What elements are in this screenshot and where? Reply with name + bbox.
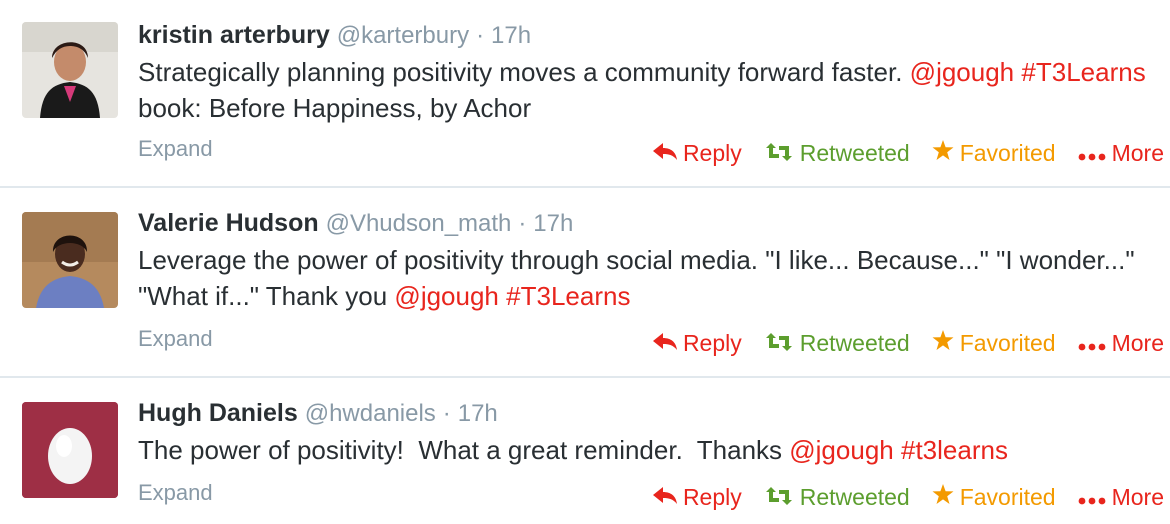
star-icon [932, 484, 954, 511]
avatar[interactable] [22, 212, 118, 308]
user-fullname[interactable]: kristin arterbury [138, 21, 330, 49]
separator-dot: · [518, 210, 527, 237]
dots-icon [1078, 330, 1106, 357]
retweet-icon [764, 140, 794, 167]
mention-link[interactable]: @jgough [394, 281, 498, 311]
more-label: More [1111, 484, 1164, 510]
retweeted-label: Retweeted [799, 330, 910, 356]
reply-arrow-icon [652, 330, 677, 357]
reply-arrow-icon [652, 140, 677, 167]
favorited-label: Favorited [959, 330, 1056, 356]
more-button[interactable]: More [1078, 140, 1164, 167]
reply-button[interactable]: Reply [652, 330, 742, 357]
hashtag-link[interactable]: #T3Learns [506, 281, 630, 311]
reply-button[interactable]: Reply [652, 140, 742, 167]
favorite-button[interactable]: Favorited [932, 140, 1056, 167]
retweet-icon [764, 484, 794, 511]
dots-icon [1078, 484, 1106, 511]
star-icon [932, 140, 954, 167]
tweet[interactable]: Valerie Hudson @Vhudson_math · 17h Lever… [0, 188, 1170, 377]
star-icon [932, 330, 954, 357]
tweet-footer: Expand Reply Retweeted Favorited More [138, 136, 1170, 170]
retweet-button[interactable]: Retweeted [764, 140, 910, 167]
retweet-button[interactable]: Retweeted [764, 330, 910, 357]
text-part [894, 435, 901, 465]
user-handle[interactable]: @Vhudson_math [326, 210, 512, 237]
tweet-time[interactable]: 17h [491, 22, 531, 49]
favorited-label: Favorited [959, 140, 1056, 166]
avatar[interactable] [22, 402, 118, 498]
tweet[interactable]: kristin arterbury @karterbury · 17h Stra… [0, 0, 1170, 187]
tweet-footer: Expand Reply Retweeted Favorited More [138, 326, 1170, 360]
user-handle[interactable]: @karterbury [337, 22, 469, 49]
favorite-button[interactable]: Favorited [932, 330, 1056, 357]
tweet-time[interactable]: 17h [533, 210, 573, 237]
retweeted-label: Retweeted [799, 140, 910, 166]
tweet-actions: Reply Retweeted Favorited More [631, 330, 1164, 357]
expand-link[interactable]: Expand [138, 136, 213, 162]
tweet-time[interactable]: 17h [458, 400, 498, 427]
mention-link[interactable]: @jgough [910, 57, 1014, 87]
reply-arrow-icon [652, 484, 677, 511]
tweet-text: Strategically planning positivity moves … [138, 54, 1156, 126]
hashtag-link[interactable]: #T3Learns [1021, 57, 1145, 87]
reply-label: Reply [682, 484, 742, 510]
text-part: The power of positivity! What a great re… [138, 435, 790, 465]
favorited-label: Favorited [959, 484, 1056, 510]
favorite-button[interactable]: Favorited [932, 484, 1056, 511]
more-label: More [1111, 330, 1164, 356]
text-part: Leverage the power of positivity through… [138, 245, 1135, 311]
more-label: More [1111, 140, 1164, 166]
tweet-actions: Reply Retweeted Favorited More [631, 140, 1164, 167]
separator-dot: · [476, 22, 485, 49]
retweet-icon [764, 330, 794, 357]
more-button[interactable]: More [1078, 484, 1164, 511]
text-part: Strategically planning positivity moves … [138, 57, 910, 87]
tweet-text: Leverage the power of positivity through… [138, 242, 1156, 314]
more-button[interactable]: More [1078, 330, 1164, 357]
user-fullname[interactable]: Hugh Daniels [138, 399, 298, 427]
tweet-footer: Expand Reply Retweeted Favorited More [138, 480, 1170, 514]
hashtag-link[interactable]: #t3learns [901, 435, 1008, 465]
default-egg-icon [22, 402, 118, 498]
avatar[interactable] [22, 22, 118, 118]
reply-label: Reply [682, 330, 742, 356]
expand-link[interactable]: Expand [138, 480, 213, 506]
mention-link[interactable]: @jgough [789, 435, 893, 465]
expand-link[interactable]: Expand [138, 326, 213, 352]
reply-label: Reply [682, 140, 742, 166]
separator-dot: · [442, 400, 451, 427]
retweet-button[interactable]: Retweeted [764, 484, 910, 511]
reply-button[interactable]: Reply [652, 484, 742, 511]
tweet[interactable]: Hugh Daniels @hwdaniels · 17h The power … [0, 378, 1170, 524]
dots-icon [1078, 140, 1106, 167]
tweet-text: The power of positivity! What a great re… [138, 432, 1156, 468]
text-part: book: Before Happiness, by Achor [138, 93, 532, 123]
retweeted-label: Retweeted [799, 484, 910, 510]
user-handle[interactable]: @hwdaniels [305, 400, 436, 427]
tweet-actions: Reply Retweeted Favorited More [631, 484, 1164, 511]
user-fullname[interactable]: Valerie Hudson [138, 209, 319, 237]
